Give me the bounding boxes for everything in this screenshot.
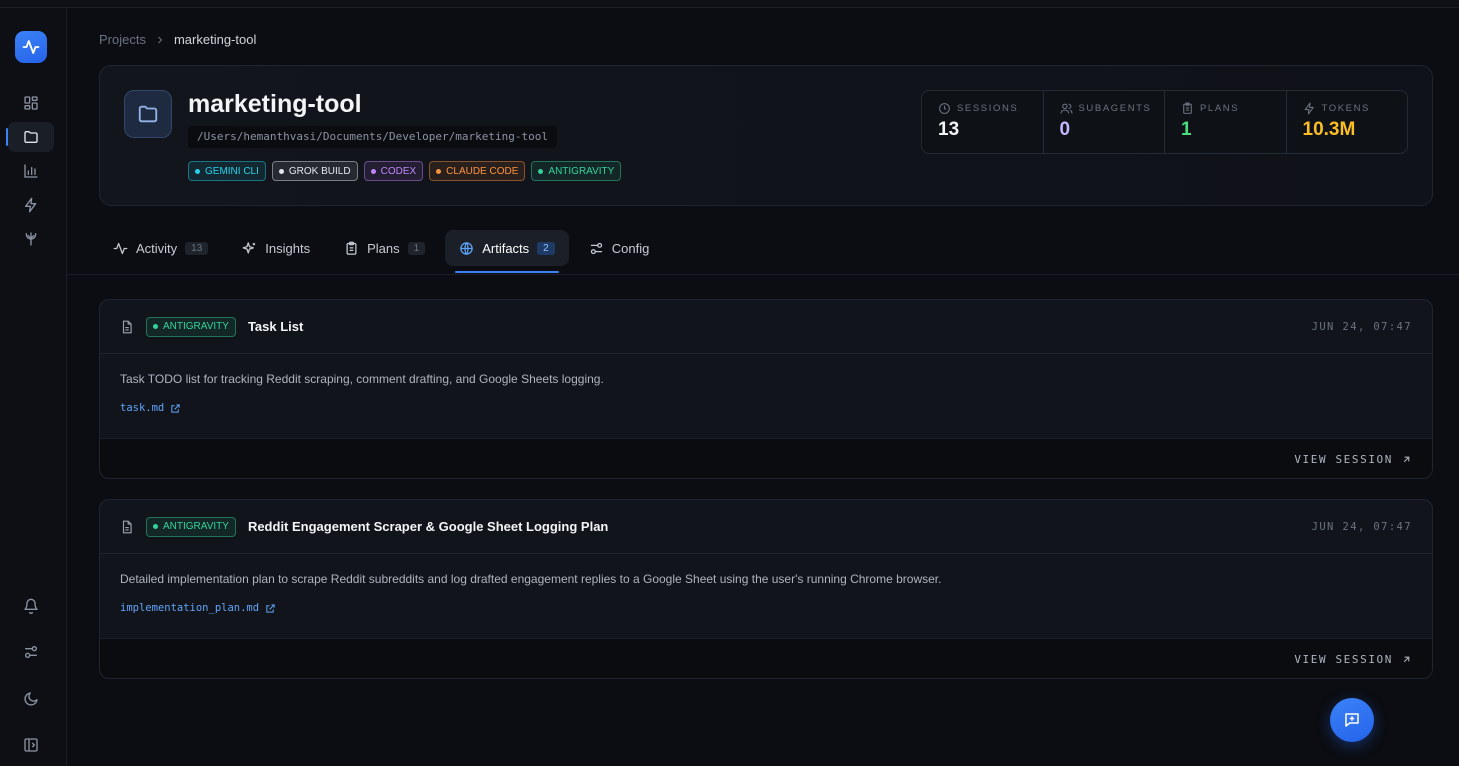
artifact-source-tag: ANTIGRAVITY <box>146 516 236 537</box>
folder-icon <box>24 131 38 143</box>
nav-theme-toggle[interactable] <box>8 684 54 714</box>
bolt-icon <box>1304 102 1314 115</box>
message-plus-icon <box>1345 713 1359 727</box>
sidebar-toggle-icon <box>24 738 38 752</box>
external-link-icon <box>266 603 275 613</box>
nav-activity[interactable] <box>8 190 54 220</box>
tag-antigravity: ANTIGRAVITY <box>531 161 622 181</box>
clipboard-icon <box>1183 102 1192 114</box>
artifact-title: Reddit Engagement Scraper & Google Sheet… <box>247 519 609 534</box>
agent-tags: GEMINI CLI GROK BUILD CODEX CLAUDE CODE … <box>188 161 622 181</box>
stat-sessions-value: 13 <box>938 119 960 140</box>
stat-sessions: SESSIONS 13 <box>922 91 1044 153</box>
nav-dashboard[interactable] <box>8 88 54 118</box>
tabs-divider <box>67 274 1459 275</box>
artifact-file-link[interactable]: implementation_plan.md <box>120 602 1412 614</box>
arrow-up-right-icon <box>1403 456 1410 463</box>
tag-gemini-cli: GEMINI CLI <box>188 161 266 181</box>
grid-icon <box>24 96 38 110</box>
tag-claude-code: CLAUDE CODE <box>429 161 526 181</box>
feedback-chat-button[interactable] <box>1330 698 1374 742</box>
project-folder-icon <box>124 90 172 138</box>
main-content: Projects marketing-tool marketing-tool /… <box>67 8 1459 766</box>
artifact-card-body: Detailed implementation plan to scrape R… <box>100 554 1432 638</box>
bar-chart-icon <box>24 164 38 178</box>
clipboard-icon <box>346 241 357 255</box>
tab-insights[interactable]: Insights <box>228 230 324 266</box>
tab-activity-count: 13 <box>185 241 209 255</box>
nav-agents[interactable] <box>8 224 54 254</box>
chevron-right-icon <box>158 36 163 43</box>
artifact-file-link[interactable]: task.md <box>120 402 1412 414</box>
bolt-icon <box>25 197 37 213</box>
moon-icon <box>24 692 38 706</box>
artifact-description: Detailed implementation plan to scrape R… <box>120 572 942 586</box>
artifact-description: Task TODO list for tracking Reddit scrap… <box>120 372 604 386</box>
tab-plans-count: 1 <box>407 241 426 255</box>
project-title: marketing-tool <box>188 90 362 118</box>
document-icon <box>122 320 132 333</box>
users-icon <box>1060 103 1072 114</box>
app-logo[interactable] <box>15 31 47 63</box>
artifact-card-header: ANTIGRAVITY Task List JUN 24, 07:47 <box>100 300 1432 354</box>
breadcrumb-current: marketing-tool <box>173 32 257 47</box>
bell-icon <box>24 598 38 614</box>
stat-subagents-value: 0 <box>1059 119 1071 140</box>
pulse-icon <box>22 40 40 54</box>
tab-activity[interactable]: Activity 13 <box>99 230 222 266</box>
artifact-source-tag: ANTIGRAVITY <box>146 316 236 337</box>
globe-icon <box>460 241 473 255</box>
view-session-button[interactable]: VIEW SESSION <box>100 638 1432 678</box>
stat-plans: PLANS 1 <box>1165 91 1287 153</box>
breadcrumb: Projects marketing-tool <box>99 32 256 47</box>
sidebar <box>0 8 67 766</box>
tab-artifacts-count: 2 <box>537 241 555 255</box>
project-header: marketing-tool /Users/hemanthvasi/Docume… <box>99 65 1433 206</box>
project-tabs: Activity 13 Insights Plans 1 Artifacts 2… <box>99 230 663 274</box>
window-top-bar <box>0 0 1459 8</box>
sparkles-icon <box>242 241 256 253</box>
clock-icon <box>939 103 950 114</box>
nav-notifications[interactable] <box>8 591 54 621</box>
nav-collapse-sidebar[interactable] <box>8 730 54 760</box>
tab-plans[interactable]: Plans 1 <box>330 230 439 266</box>
artifact-title: Task List <box>247 319 304 334</box>
nav-analytics[interactable] <box>8 156 54 186</box>
tag-codex: CODEX <box>363 161 424 181</box>
project-path: /Users/hemanthvasi/Documents/Developer/m… <box>188 126 557 148</box>
stat-tokens-value: 10.3M <box>1302 119 1356 140</box>
tab-artifacts[interactable]: Artifacts 2 <box>445 230 569 273</box>
view-session-button[interactable]: VIEW SESSION <box>100 438 1432 478</box>
stat-plans-value: 1 <box>1181 119 1192 140</box>
document-icon <box>122 520 132 533</box>
artifact-card: ANTIGRAVITY Reddit Engagement Scraper & … <box>99 499 1433 679</box>
artifact-card-body: Task TODO list for tracking Reddit scrap… <box>100 354 1432 438</box>
artifact-date: JUN 24, 07:47 <box>1311 520 1412 533</box>
artifact-date: JUN 24, 07:47 <box>1311 320 1412 333</box>
sliders-icon <box>590 242 602 254</box>
external-link-icon <box>171 403 180 413</box>
breadcrumb-projects-link[interactable]: Projects <box>99 32 146 47</box>
stat-subagents: SUBAGENTS 0 <box>1044 91 1165 153</box>
artifact-card-header: ANTIGRAVITY Reddit Engagement Scraper & … <box>100 500 1432 554</box>
tab-config[interactable]: Config <box>575 230 664 266</box>
nav-settings[interactable] <box>8 637 54 667</box>
project-stats: SESSIONS 13 SUBAGENTS 0 PLANS 1 TOKENS 1… <box>921 90 1408 154</box>
sliders-icon <box>24 646 37 658</box>
activity-icon <box>113 242 128 254</box>
stat-tokens: TOKENS 10.3M <box>1287 91 1408 153</box>
artifact-card: ANTIGRAVITY Task List JUN 24, 07:47 Task… <box>99 299 1433 479</box>
nav-projects[interactable] <box>6 122 54 152</box>
trident-icon <box>25 232 37 246</box>
arrow-up-right-icon <box>1403 656 1410 663</box>
tag-grok-build: GROK BUILD <box>271 161 358 181</box>
